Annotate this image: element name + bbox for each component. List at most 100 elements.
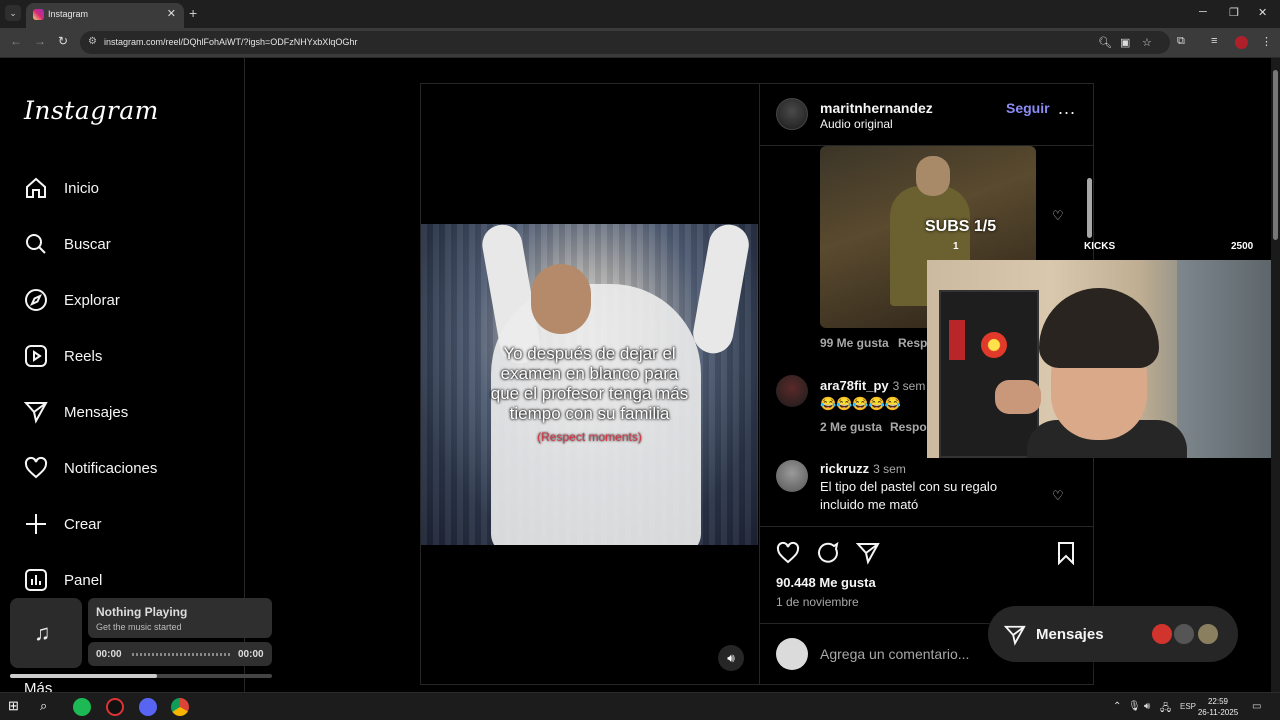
sidebar-item-buscar[interactable]: Buscar <box>24 229 111 259</box>
notification-icon[interactable]: ▭ <box>1252 701 1261 712</box>
network-icon[interactable]: 🖧︎ <box>1160 701 1171 718</box>
comment-text: 😂😂😂😂😂 <box>820 396 901 411</box>
tab-title: Instagram <box>48 9 89 19</box>
cast-icon[interactable]: ▣ <box>1120 36 1130 49</box>
page-scrollbar[interactable] <box>1271 58 1280 692</box>
tab-close-icon[interactable]: ✕ <box>167 7 176 20</box>
close-window-icon[interactable]: ✕ <box>1258 6 1267 19</box>
extensions-icon[interactable]: ⧉ <box>1177 35 1185 48</box>
caption-line: Yo después de dejar el <box>503 344 676 363</box>
music-note-icon: ♫ <box>34 620 51 645</box>
media-controls-icon[interactable]: ≡ <box>1211 35 1217 47</box>
chart-icon <box>24 568 48 592</box>
instagram-logo[interactable]: Instagram <box>24 96 159 125</box>
audio-link[interactable]: Audio original <box>820 117 893 131</box>
menu-kebab-icon[interactable]: ⋮ <box>1261 35 1272 48</box>
follow-button[interactable]: Seguir <box>1006 100 1050 116</box>
player-head <box>531 264 591 334</box>
minimize-icon[interactable]: ─ <box>1199 6 1207 18</box>
avatar[interactable] <box>776 375 808 407</box>
browser-tab[interactable]: Instagram ✕ <box>26 3 184 28</box>
comment-input[interactable]: Agrega un comentario... <box>820 646 969 662</box>
windows-taskbar: ⊞ ⌕ ⌃ 🎙︎ 🔊︎ 🖧︎ ESP 22:59 26-11-2025 ▭ <box>0 692 1280 720</box>
sidebar-item-explorar[interactable]: Explorar <box>24 285 120 315</box>
page-scroll-thumb[interactable] <box>1273 70 1278 240</box>
music-progress[interactable] <box>10 674 272 678</box>
avatar <box>1150 622 1174 646</box>
zoom-icon[interactable]: 🔍︎ <box>1098 36 1112 49</box>
sidebar-item-mensajes[interactable]: Mensajes <box>24 397 128 427</box>
taskbar-search-icon[interactable]: ⌕ <box>40 698 58 716</box>
post-header: maritnhernandez Audio original Seguir ..… <box>760 84 1094 146</box>
sidebar-item-label: Buscar <box>64 235 111 253</box>
comment-likes[interactable]: 99 Me gusta <box>820 336 889 350</box>
music-time-start: 00:00 <box>96 649 122 660</box>
forward-icon[interactable]: → <box>34 34 46 48</box>
discord-icon[interactable] <box>139 698 157 716</box>
webcam-pc-light <box>949 320 965 360</box>
music-time-end: 00:00 <box>238 649 264 660</box>
microphone-icon[interactable]: 🎙︎ <box>1128 701 1141 712</box>
windows-start-icon[interactable]: ⊞ <box>8 698 26 716</box>
profile-avatar[interactable] <box>1235 36 1248 49</box>
sidebar-item-reels[interactable]: Reels <box>24 341 102 371</box>
comment-username[interactable]: rickruzz 3 sem <box>820 461 906 476</box>
subs-counter-value: 1 <box>953 241 959 252</box>
likes-count[interactable]: 90.448 Me gusta <box>776 575 876 590</box>
chrome-icon[interactable] <box>171 698 189 716</box>
bookmark-star-icon[interactable]: ☆ <box>1142 36 1152 49</box>
app-icon[interactable] <box>106 698 124 716</box>
sidebar-item-label: Reels <box>64 347 103 365</box>
avatar[interactable] <box>776 460 808 492</box>
tray-chevron-icon[interactable]: ⌃ <box>1113 701 1121 712</box>
webcam-curtain <box>1177 260 1280 458</box>
music-subtitle: Get the music started <box>96 622 182 632</box>
site-info-icon[interactable]: ⚙ <box>88 36 97 47</box>
send-icon <box>1003 624 1026 651</box>
sidebar-item-crear[interactable]: Crear <box>24 509 102 539</box>
tab-list-button[interactable]: ⌄ <box>5 5 21 21</box>
webcam-pc-case <box>939 290 1039 458</box>
save-icon[interactable] <box>1054 541 1080 567</box>
music-info-card: Nothing Playing Get the music started <box>88 598 272 638</box>
avatar[interactable] <box>776 98 808 130</box>
music-artwork[interactable]: ♫ <box>10 598 82 668</box>
taskbar-clock[interactable]: 22:59 26-11-2025 <box>1196 696 1240 718</box>
scroll-thumb[interactable] <box>1087 178 1092 238</box>
sidebar-item-inicio[interactable]: Inicio <box>24 173 99 203</box>
video-frame[interactable]: Yo después de dejar el examen en blanco … <box>421 224 758 545</box>
spotify-icon[interactable] <box>73 698 91 716</box>
reload-icon[interactable]: ↻ <box>58 34 68 48</box>
comment-like-icon[interactable]: ♡ <box>1052 488 1064 504</box>
comment-reply[interactable]: Respo <box>890 420 927 434</box>
address-bar[interactable]: ⚙ instagram.com/reel/DQhlFohAiWT/?igsh=O… <box>80 31 1170 54</box>
comment-likes[interactable]: 2 Me gusta <box>820 420 882 434</box>
caption-line: tiempo con su familia <box>509 404 670 423</box>
language-indicator[interactable]: ESP <box>1180 702 1196 711</box>
video-caption-subtitle: (Respect moments) <box>537 430 642 444</box>
volume-icon[interactable]: 🔊︎ <box>718 645 744 671</box>
plus-icon <box>24 512 48 536</box>
restore-icon[interactable]: ❐ <box>1229 6 1239 19</box>
music-widget: ♫ Nothing Playing Get the music started … <box>10 596 272 678</box>
more-options-icon[interactable]: ... <box>1058 98 1076 119</box>
new-tab-button[interactable]: + <box>189 5 197 21</box>
instagram-favicon-icon <box>33 9 44 20</box>
webcam-overlay <box>927 260 1280 458</box>
sidebar-item-panel[interactable]: Panel <box>24 565 102 595</box>
post-username[interactable]: maritnhernandez <box>820 100 933 116</box>
search-icon <box>24 232 48 256</box>
messages-button[interactable]: Mensajes <box>988 606 1238 662</box>
comment-like-icon[interactable]: ♡ <box>1052 208 1064 224</box>
back-icon[interactable]: ← <box>10 34 22 48</box>
comment-icon[interactable] <box>816 541 842 567</box>
share-icon[interactable] <box>855 541 882 567</box>
comment-username[interactable]: ara78fit_py 3 sem <box>820 378 925 393</box>
sidebar-item-notificaciones[interactable]: Notificaciones <box>24 453 157 483</box>
reels-icon <box>24 344 48 368</box>
speaker-icon[interactable]: 🔊︎ <box>1144 701 1150 712</box>
music-waveform <box>132 653 230 656</box>
like-icon[interactable] <box>776 541 802 567</box>
sidebar-item-label: Crear <box>64 515 102 533</box>
reel-video[interactable]: Yo después de dejar el examen en blanco … <box>421 84 758 684</box>
